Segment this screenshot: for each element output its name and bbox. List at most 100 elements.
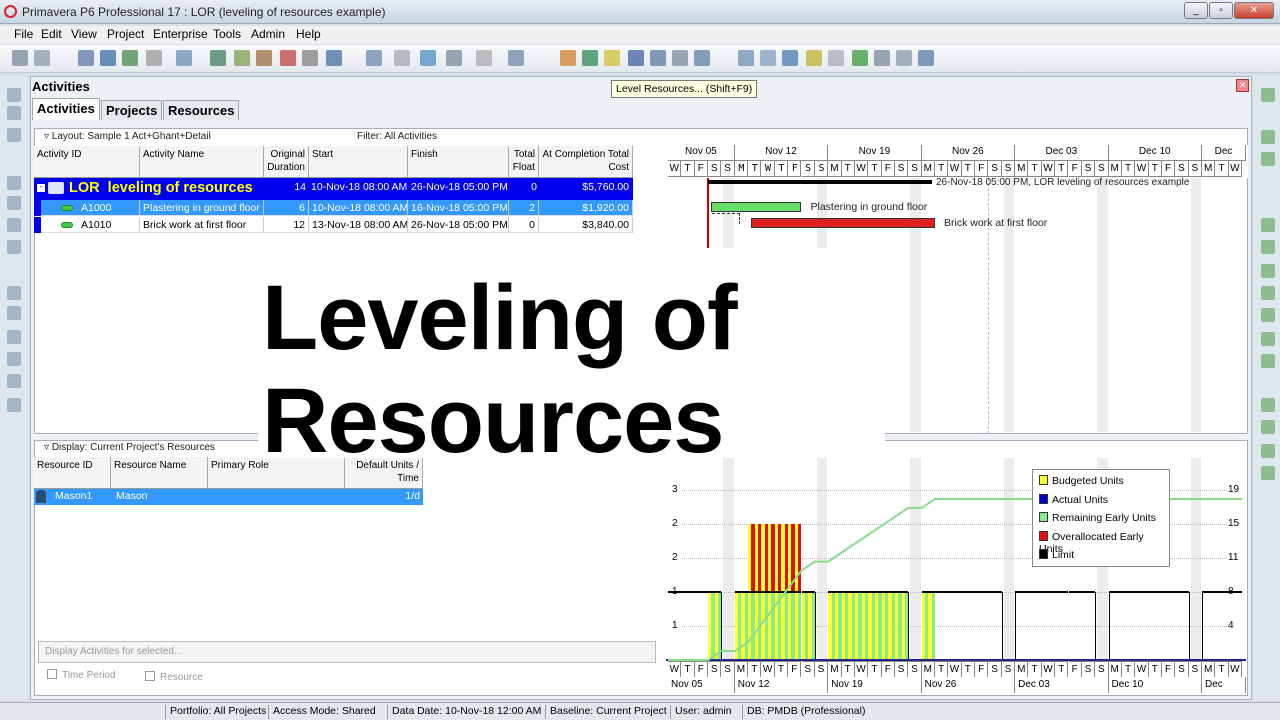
checkbox-box[interactable] [145,671,155,681]
sidebar-action-icon[interactable] [1261,152,1275,166]
sidebar-tool-icon[interactable] [7,128,21,142]
col-total-float[interactable]: Total Float [509,146,539,178]
toolbar-button-icon[interactable] [806,50,822,66]
toolbar-button-icon[interactable] [210,50,226,66]
col-finish[interactable]: Finish [408,146,509,178]
toolbar-button-icon[interactable] [508,50,524,66]
resource-checkbox[interactable]: Resource [145,671,203,683]
minimize-button[interactable]: _ [1184,2,1208,19]
tab-projects[interactable]: Projects [101,100,163,120]
toolbar-button-icon[interactable] [100,50,116,66]
sidebar-action-icon[interactable] [1261,130,1275,144]
toolbar-button-icon[interactable] [256,50,272,66]
toolbar-button-icon[interactable] [366,50,382,66]
sidebar-tool-icon[interactable] [7,218,21,232]
sidebar-action-icon[interactable] [1261,88,1275,102]
toolbar-button-icon[interactable] [446,50,462,66]
sidebar-tool-icon[interactable] [7,374,21,388]
toolbar-button-icon[interactable] [394,50,410,66]
toolbar-button-icon[interactable] [12,50,28,66]
toolbar-button-icon[interactable] [122,50,138,66]
toolbar-button-icon[interactable] [34,50,50,66]
toolbar-button-icon[interactable] [650,50,666,66]
toolbar-button-icon[interactable] [896,50,912,66]
sidebar-tool-icon[interactable] [7,176,21,190]
menu-admin[interactable]: Admin [251,27,285,41]
project-row[interactable]: - LOR leveling of resources 14 10-Nov-18… [34,178,633,200]
toolbar-button-icon[interactable] [560,50,576,66]
layout-label[interactable]: ▿ Layout: Sample 1 Act+Ghant+Detail [44,131,211,142]
menu-file[interactable]: File [14,27,33,41]
menu-edit[interactable]: Edit [41,27,62,41]
toolbar-button-icon[interactable] [78,50,94,66]
menu-view[interactable]: View [71,27,97,41]
filter-label[interactable]: Filter: All Activities [357,131,437,142]
resource-row[interactable]: Mason1 Mason 1/d [34,489,423,505]
toolbar-button-icon[interactable] [828,50,844,66]
close-panel-icon[interactable]: ✕ [1236,79,1249,92]
maximize-button[interactable]: ▫ [1209,2,1233,19]
sidebar-tool-icon[interactable] [7,106,21,120]
summary-bar[interactable] [708,180,932,184]
sidebar-action-icon[interactable] [1261,308,1275,322]
menu-tools[interactable]: Tools [213,27,241,41]
sidebar-action-icon[interactable] [1261,420,1275,434]
sidebar-tool-icon[interactable] [7,352,21,366]
sidebar-tool-icon[interactable] [7,286,21,300]
toolbar-button-icon[interactable] [582,50,598,66]
toolbar-button-icon[interactable] [302,50,318,66]
toolbar-button-icon[interactable] [874,50,890,66]
tab-resources[interactable]: Resources [163,100,240,120]
toolbar-button-icon[interactable] [918,50,934,66]
col-total-cost[interactable]: At Completion Total Cost [539,146,633,178]
toolbar-button-icon[interactable] [694,50,710,66]
toolbar-button-icon[interactable] [326,50,342,66]
toolbar-button-icon[interactable] [176,50,192,66]
activity-gantt-bar[interactable] [711,202,802,212]
sidebar-action-icon[interactable] [1261,286,1275,300]
sidebar-action-icon[interactable] [1261,354,1275,368]
checkbox-box[interactable] [47,669,57,679]
sidebar-action-icon[interactable] [1261,444,1275,458]
col-start[interactable]: Start [309,146,408,178]
activity-gantt-bar[interactable] [751,218,935,228]
tab-activities[interactable]: Activities [32,98,100,120]
col-activity-name[interactable]: Activity Name [140,146,264,178]
sidebar-tool-icon[interactable] [7,88,21,102]
menu-enterprise[interactable]: Enterprise [153,27,208,41]
toolbar-button-icon[interactable] [146,50,162,66]
toolbar-button-icon[interactable] [280,50,296,66]
toolbar-button-icon[interactable] [672,50,688,66]
col-activity-id[interactable]: Activity ID [34,146,140,178]
sidebar-action-icon[interactable] [1261,466,1275,480]
display-activities-button[interactable]: Display Activities for selected... [38,641,656,663]
sidebar-action-icon[interactable] [1261,332,1275,346]
resource-display-label[interactable]: ▿ Display: Current Project's Resources [44,442,215,453]
col-original-duration[interactable]: Original Duration [264,146,309,178]
toolbar-button-icon[interactable] [782,50,798,66]
menu-project[interactable]: Project [107,27,144,41]
sidebar-tool-icon[interactable] [7,398,21,412]
toolbar-button-icon[interactable] [234,50,250,66]
sidebar-tool-icon[interactable] [7,306,21,320]
sidebar-tool-icon[interactable] [7,196,21,210]
toolbar-button-icon[interactable] [420,50,436,66]
collapse-icon[interactable]: - [37,183,45,192]
toolbar-button-icon[interactable] [852,50,868,66]
sidebar-action-icon[interactable] [1261,240,1275,254]
menu-help[interactable]: Help [296,27,321,41]
sidebar-action-icon[interactable] [1261,218,1275,232]
sidebar-tool-icon[interactable] [7,240,21,254]
toolbar-button-icon[interactable] [760,50,776,66]
toolbar-button-icon[interactable] [604,50,620,66]
col-resource-name[interactable]: Resource Name [111,457,208,489]
sidebar-tool-icon[interactable] [7,330,21,344]
toolbar-button-icon[interactable] [738,50,754,66]
toolbar-button-icon[interactable] [476,50,492,66]
sidebar-action-icon[interactable] [1261,264,1275,278]
time-period-checkbox[interactable]: Time Period [47,669,116,681]
close-button[interactable]: ✕ [1234,2,1274,19]
col-resource-id[interactable]: Resource ID [34,457,111,489]
toolbar-button-icon[interactable] [628,50,644,66]
sidebar-action-icon[interactable] [1261,398,1275,412]
